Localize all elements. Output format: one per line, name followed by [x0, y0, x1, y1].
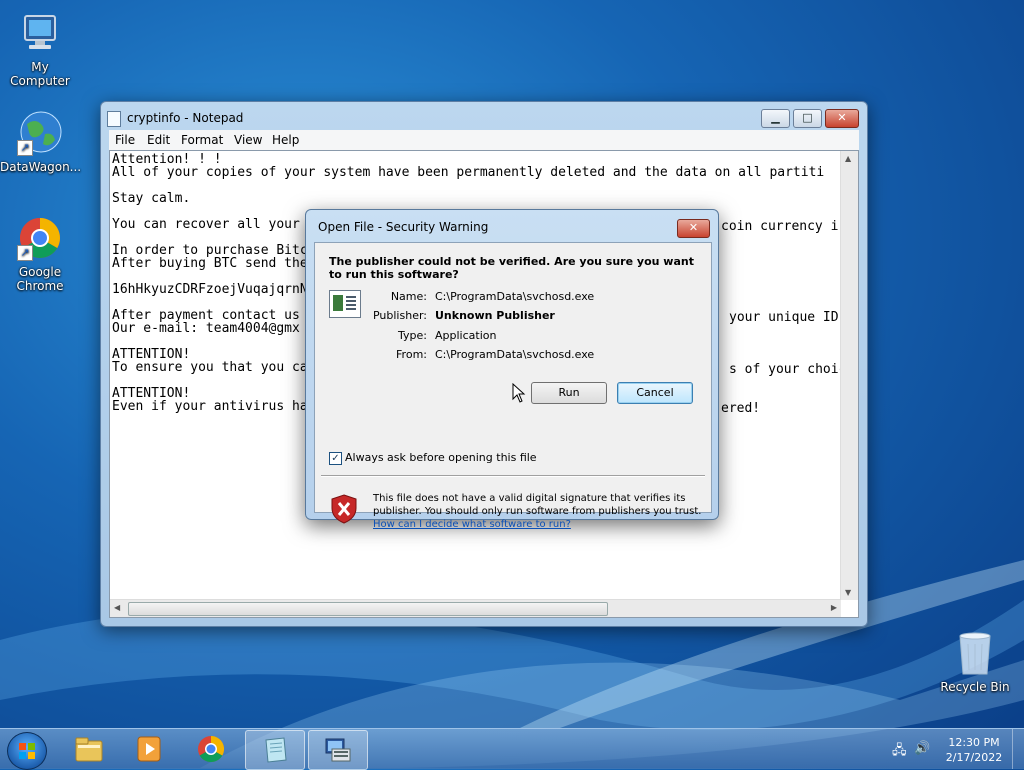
- desktop-icon-datawagon[interactable]: ↗ DataWagon...: [0, 110, 82, 174]
- menu-bar: File Edit Format View Help: [109, 130, 859, 150]
- taskbar-notepad[interactable]: [245, 730, 305, 770]
- minimize-icon: ▁: [771, 111, 780, 124]
- scroll-thumb[interactable]: [128, 602, 608, 616]
- name-label: Name:: [390, 290, 427, 303]
- note-line: [112, 179, 840, 192]
- publisher-value: Unknown Publisher: [435, 309, 555, 322]
- notepad-icon: [107, 110, 121, 127]
- maximize-icon: □: [802, 111, 813, 124]
- dialog-close-button[interactable]: ✕: [677, 219, 710, 238]
- computer-icon: [17, 10, 63, 56]
- folder-icon: [75, 737, 103, 762]
- start-button[interactable]: [7, 732, 47, 770]
- clock-date: 2/17/2022: [945, 751, 1003, 764]
- taskbar-explorer[interactable]: [60, 730, 118, 768]
- maximize-button[interactable]: □: [793, 109, 822, 128]
- globe-icon: ↗: [17, 110, 63, 156]
- desktop-icon-label: DataWagon...: [0, 160, 82, 174]
- application-icon: [329, 290, 361, 318]
- show-desktop-button[interactable]: [1012, 729, 1024, 769]
- menu-view[interactable]: View: [234, 133, 262, 147]
- desktop-icon-label: Recycle Bin: [940, 680, 1010, 694]
- mouse-cursor-icon: [512, 383, 526, 403]
- chrome-icon: ↗: [17, 215, 63, 261]
- horizontal-scrollbar[interactable]: ◀ ▶: [110, 599, 841, 617]
- desktop-icon-label: Google Chrome: [16, 265, 64, 293]
- help-link[interactable]: How can I decide what software to run?: [373, 519, 571, 530]
- desktop-icon-recycle-bin[interactable]: Recycle Bin: [935, 630, 1015, 694]
- clock[interactable]: 12:30 PM 2/17/2022: [942, 735, 1006, 765]
- text-fragment: coin currency i: [721, 219, 839, 234]
- scroll-left-icon[interactable]: ◀: [114, 603, 120, 612]
- dialog-separator: [321, 475, 705, 477]
- vertical-scrollbar[interactable]: ▲ ▼: [840, 151, 858, 600]
- network-icon[interactable]: 🖧: [892, 741, 907, 763]
- clock-time: 12:30 PM: [948, 736, 1000, 749]
- notepad-title: cryptinfo - Notepad: [127, 111, 244, 125]
- media-player-icon: [137, 736, 161, 762]
- volume-icon[interactable]: 🔊: [914, 741, 930, 756]
- from-value: C:\ProgramData\svchosd.exe: [435, 348, 595, 361]
- application-window-icon: [325, 738, 351, 762]
- note-line: All of your copies of your system have b…: [112, 165, 825, 180]
- desktop-icon-label: My Computer: [10, 60, 70, 88]
- dialog-body: The publisher could not be verified. Are…: [314, 242, 712, 530]
- close-icon: ✕: [688, 221, 699, 234]
- close-button[interactable]: ✕: [825, 109, 859, 128]
- scroll-down-icon[interactable]: ▼: [845, 588, 851, 597]
- name-value: C:\ProgramData\svchosd.exe: [435, 290, 595, 303]
- scroll-right-icon[interactable]: ▶: [831, 603, 837, 612]
- warning-text: This file does not have a valid digital …: [373, 493, 702, 517]
- scroll-up-icon[interactable]: ▲: [845, 154, 851, 163]
- taskbar: 🖧 🔊 12:30 PM 2/17/2022: [0, 728, 1024, 770]
- shortcut-arrow-icon: ↗: [17, 245, 33, 261]
- note-line: Stay calm.: [112, 191, 191, 206]
- taskbar-media-player[interactable]: [120, 730, 178, 768]
- close-icon: ✕: [837, 111, 847, 124]
- recycle-bin-icon: [952, 630, 998, 676]
- type-value: Application: [435, 329, 497, 342]
- security-warning-dialog: Open File - Security Warning ✕ The publi…: [305, 209, 719, 530]
- shield-warning-icon: [331, 494, 357, 524]
- type-label: Type:: [398, 329, 427, 342]
- taskbar-security-dialog[interactable]: [308, 730, 368, 770]
- dialog-question: The publisher could not be verified. Are…: [329, 255, 694, 281]
- text-fragment: ered!: [721, 401, 761, 416]
- taskbar-chrome[interactable]: [182, 730, 240, 768]
- desktop-icon-google-chrome[interactable]: ↗ Google Chrome: [0, 215, 80, 293]
- notepad-titlebar: cryptinfo - Notepad: [107, 108, 243, 128]
- menu-file[interactable]: File: [115, 133, 135, 147]
- from-label: From:: [396, 348, 427, 361]
- always-ask-label[interactable]: Always ask before opening this file: [345, 451, 537, 464]
- menu-edit[interactable]: Edit: [147, 133, 170, 147]
- windows-logo-icon: [19, 743, 35, 759]
- shortcut-arrow-icon: ↗: [17, 140, 33, 156]
- text-fragment: s of your choic: [729, 362, 847, 377]
- warning-message: This file does not have a valid digital …: [373, 492, 703, 531]
- publisher-label: Publisher:: [372, 309, 427, 322]
- text-fragment: your unique ID: [729, 310, 839, 325]
- notepad-icon: [265, 737, 287, 763]
- minimize-button[interactable]: ▁: [761, 109, 790, 128]
- menu-help[interactable]: Help: [272, 133, 299, 147]
- dialog-title: Open File - Security Warning: [318, 220, 489, 234]
- chrome-icon: [198, 735, 225, 763]
- always-ask-checkbox[interactable]: ✓: [329, 452, 342, 465]
- desktop-icon-my-computer[interactable]: My Computer: [0, 10, 80, 88]
- run-button[interactable]: Run: [531, 382, 607, 404]
- cancel-button[interactable]: Cancel: [617, 382, 693, 404]
- menu-format[interactable]: Format: [181, 133, 223, 147]
